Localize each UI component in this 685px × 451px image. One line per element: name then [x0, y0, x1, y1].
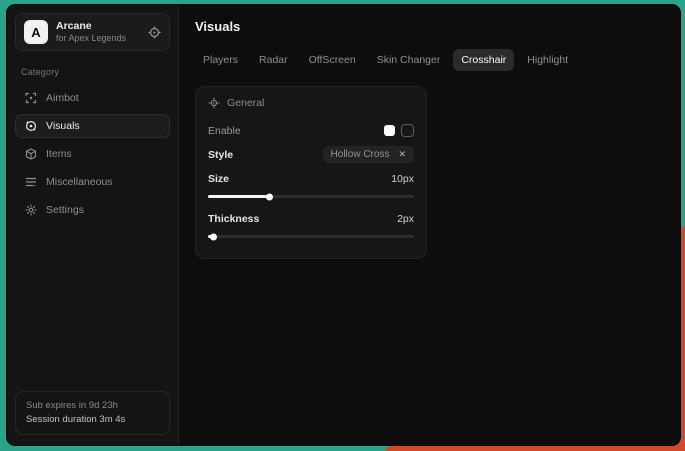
- enable-checkbox[interactable]: [401, 124, 414, 137]
- style-label: Style: [208, 149, 233, 161]
- size-label: Size: [208, 173, 229, 185]
- tab-crosshair[interactable]: Crosshair: [453, 49, 514, 71]
- tab-offscreen[interactable]: OffScreen: [301, 49, 364, 71]
- size-row: Size 10px: [208, 168, 414, 189]
- general-icon: [208, 97, 220, 109]
- sidebar-item-miscellaneous[interactable]: Miscellaneous: [15, 170, 170, 194]
- app-name: Arcane: [56, 20, 140, 33]
- sidebar-nav: Aimbot Visuals: [15, 86, 170, 222]
- sidebar-item-visuals[interactable]: Visuals: [15, 114, 170, 138]
- box-icon: [24, 148, 37, 160]
- tab-skin-changer[interactable]: Skin Changer: [369, 49, 449, 71]
- gear-icon: [24, 204, 37, 216]
- thickness-row: Thickness 2px: [208, 208, 414, 229]
- brand-text: Arcane for Apex Legends: [56, 20, 140, 44]
- tab-players[interactable]: Players: [195, 49, 246, 71]
- panel-header: General: [208, 97, 414, 109]
- brand-card: A Arcane for Apex Legends: [15, 13, 170, 51]
- slider-fill: [208, 235, 214, 238]
- thickness-slider[interactable]: [208, 229, 414, 245]
- style-row: Style Hollow Cross ✕: [208, 144, 414, 165]
- sidebar-item-aimbot[interactable]: Aimbot: [15, 86, 170, 110]
- sidebar: A Arcane for Apex Legends Category: [7, 5, 179, 445]
- slider-thumb[interactable]: [210, 233, 217, 240]
- target-icon[interactable]: [148, 26, 161, 39]
- slider-track: [208, 195, 414, 198]
- sidebar-item-settings[interactable]: Settings: [15, 198, 170, 222]
- thickness-label: Thickness: [208, 213, 259, 225]
- eye-icon: [24, 120, 37, 132]
- app-subtitle: for Apex Legends: [56, 33, 140, 44]
- slider-thumb[interactable]: [266, 193, 273, 200]
- session-duration-text: Session duration 3m 4s: [26, 413, 159, 427]
- general-panel: General Enable Style Hollow Cross ✕ Size…: [195, 86, 427, 259]
- enable-row: Enable: [208, 120, 414, 141]
- sub-expiry-text: Sub expires in 9d 23h: [26, 399, 159, 413]
- clear-icon[interactable]: ✕: [398, 149, 406, 160]
- tab-bar: Players Radar OffScreen Skin Changer Cro…: [195, 49, 664, 71]
- subscription-card: Sub expires in 9d 23h Session duration 3…: [15, 391, 170, 435]
- color-swatch[interactable]: [384, 125, 395, 136]
- sidebar-item-items[interactable]: Items: [15, 142, 170, 166]
- style-dropdown[interactable]: Hollow Cross ✕: [323, 146, 414, 163]
- sidebar-item-label: Miscellaneous: [46, 176, 113, 188]
- sidebar-item-label: Aimbot: [46, 92, 79, 104]
- grid-icon: [24, 176, 37, 188]
- sidebar-item-label: Settings: [46, 204, 84, 216]
- main-content: Visuals Players Radar OffScreen Skin Cha…: [179, 5, 680, 445]
- tab-radar[interactable]: Radar: [251, 49, 296, 71]
- sidebar-item-label: Items: [46, 148, 72, 160]
- thickness-value: 2px: [397, 213, 414, 225]
- slider-fill: [208, 195, 270, 198]
- panel-title: General: [227, 97, 264, 109]
- sidebar-item-label: Visuals: [46, 120, 80, 132]
- tab-highlight[interactable]: Highlight: [519, 49, 576, 71]
- app-logo: A: [24, 20, 48, 44]
- crosshair-icon: [24, 92, 37, 104]
- category-label: Category: [21, 67, 164, 77]
- size-slider[interactable]: [208, 189, 414, 205]
- page-title: Visuals: [195, 19, 664, 34]
- app-window: A Arcane for Apex Legends Category: [6, 4, 681, 446]
- size-value: 10px: [391, 173, 414, 185]
- slider-track: [208, 235, 414, 238]
- enable-label: Enable: [208, 125, 241, 137]
- style-value: Hollow Cross: [331, 149, 390, 160]
